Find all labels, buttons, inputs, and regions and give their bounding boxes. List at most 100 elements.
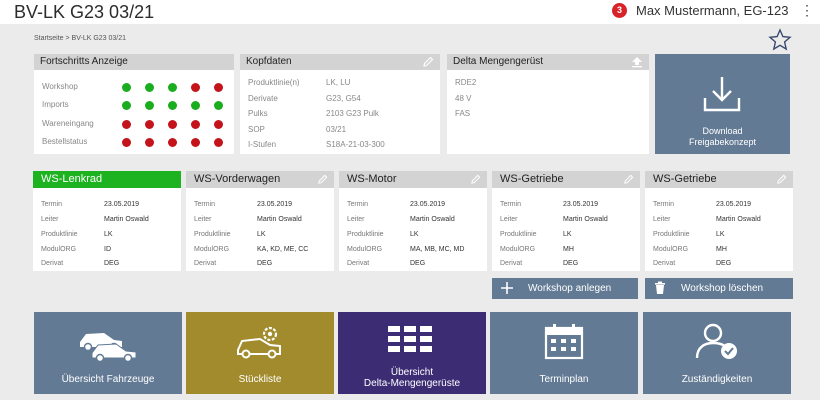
status-dot-red <box>122 120 131 129</box>
workshop-field-label: Derivat <box>653 260 676 267</box>
download-label-line1: Download <box>702 126 743 136</box>
top-bar: BV-LK G23 03/21 3 Max Mustermann, EG-123… <box>0 0 820 24</box>
workshop-field-value: Martin Oswald <box>410 216 455 223</box>
cars-icon <box>80 333 137 362</box>
workshop-field-value: LK <box>410 231 419 238</box>
workshop-field-label: Leiter <box>500 216 518 223</box>
more-menu-icon[interactable]: ⋮ <box>800 0 814 20</box>
pencil-icon[interactable] <box>470 174 481 185</box>
delta-panel: Delta Mengengerüst RDE2 48 V FAS <box>447 54 649 154</box>
workshop-field-value: 23.05.2019 <box>563 201 599 208</box>
status-dot-green <box>122 83 131 92</box>
status-dot-red <box>168 120 177 129</box>
main-content: Startseite > BV-LK G23 03/21 Fortschritt… <box>0 24 820 400</box>
workshop-title: WS-Vorderwagen <box>194 173 281 185</box>
workshop-loeschen-label: Workshop löschen <box>681 283 764 294</box>
status-dot-red <box>214 120 223 129</box>
user-check-icon <box>695 323 737 359</box>
tile-uebersicht-delta[interactable]: Übersicht Delta-Mengengerüste <box>338 312 486 394</box>
pencil-icon[interactable] <box>422 56 434 68</box>
workshop-field-value: LK <box>716 231 725 238</box>
workshop-field-label: Termin <box>347 201 369 208</box>
kopfdaten-value: S18A-21-03-300 <box>326 140 385 149</box>
workshop-field-label: Termin <box>653 201 675 208</box>
notification-badge[interactable]: 3 <box>612 3 627 18</box>
status-dot-red <box>168 138 177 147</box>
workshop-field-value: 23.05.2019 <box>257 201 293 208</box>
status-dot-green <box>168 83 177 92</box>
workshop-field-value: DEG <box>716 260 732 267</box>
workshop-field-label: ModulORG <box>41 246 77 253</box>
grid-table-icon <box>388 326 432 352</box>
workshop-anlegen-button[interactable]: Workshop anlegen <box>492 278 638 299</box>
workshop-card[interactable]: WS-Vorderwagen Termin 23.05.2019 Leiter Mart… <box>186 171 334 271</box>
workshop-field-label: Produktlinie <box>194 231 231 238</box>
favorite-star-icon[interactable] <box>768 28 792 52</box>
tile-label: Terminplan <box>539 374 589 385</box>
tile-zustaendigkeiten[interactable]: Zuständigkeiten <box>643 312 791 394</box>
workshop-field-value: MH <box>716 246 727 253</box>
breadcrumb[interactable]: Startseite > BV-LK G23 03/21 <box>34 35 126 42</box>
delta-line: RDE2 <box>455 78 477 87</box>
status-dot-green <box>145 101 154 110</box>
pencil-icon[interactable] <box>623 174 634 185</box>
workshop-card-header: WS-Lenkrad <box>33 171 181 188</box>
user-name[interactable]: Max Mustermann, EG-123 <box>636 3 788 18</box>
workshop-field-label: Termin <box>194 201 216 208</box>
progress-panel-title: Fortschritts Anzeige <box>34 54 234 70</box>
tile-uebersicht-fahrzeuge[interactable]: Übersicht Fahrzeuge <box>34 312 182 394</box>
workshop-card[interactable]: WS-Motor Termin 23.05.2019 Leiter Martin Osw… <box>339 171 487 271</box>
status-dot-red <box>191 138 200 147</box>
workshop-card-header: WS-Motor <box>339 171 487 188</box>
status-dot-red <box>191 120 200 129</box>
download-icon <box>703 77 741 112</box>
workshop-field-label: Produktlinie <box>500 231 537 238</box>
workshop-field-value: LK <box>563 231 572 238</box>
workshop-field-label: ModulORG <box>500 246 536 253</box>
workshop-card-header: WS-Vorderwagen <box>186 171 334 188</box>
workshop-field-label: Leiter <box>347 216 365 223</box>
workshop-card[interactable]: WS-Getriebe Termin 23.05.2019 Leiter Martin … <box>645 171 793 271</box>
car-gear-icon <box>237 326 281 359</box>
pencil-icon[interactable] <box>317 174 328 185</box>
workshop-field-value: 23.05.2019 <box>410 201 446 208</box>
status-dot-green <box>145 83 154 92</box>
kopfdaten-value: G23, G54 <box>326 94 361 103</box>
kopfdaten-value: 03/21 <box>326 125 347 134</box>
workshop-field-label: Leiter <box>194 216 212 223</box>
app-window: BV-LK G23 03/21 3 Max Mustermann, EG-123… <box>0 0 820 400</box>
status-dot-red <box>145 138 154 147</box>
workshop-card[interactable]: WS-Lenkrad Termin 23.05.2019 Leiter Martin O… <box>33 171 181 271</box>
workshop-title: WS-Getriebe <box>653 173 717 185</box>
workshop-field-value: 23.05.2019 <box>104 201 140 208</box>
workshop-field-value: 23.05.2019 <box>716 201 752 208</box>
delta-line: 48 V <box>455 94 472 103</box>
workshop-field-label: ModulORG <box>653 246 689 253</box>
workshop-field-value: DEG <box>410 260 426 267</box>
workshop-field-value: MH <box>563 246 574 253</box>
pencil-icon[interactable] <box>776 174 787 185</box>
workshop-card[interactable]: WS-Getriebe Termin 23.05.2019 Leiter Martin … <box>492 171 640 271</box>
workshop-field-value: DEG <box>104 260 120 267</box>
status-dot-green <box>214 101 223 110</box>
kopfdaten-key: Derivate <box>248 94 278 103</box>
delta-title: Delta Mengengerüst <box>453 56 544 67</box>
kopfdaten-panel: Kopfdaten Produktlinie(n) LK, LU Derivate G… <box>240 54 440 154</box>
download-label-line2: Freigabekonzept <box>688 137 757 147</box>
delta-header: Delta Mengengerüst <box>447 54 649 70</box>
status-dot-green <box>122 101 131 110</box>
workshop-field-label: ModulORG <box>194 246 230 253</box>
tile-terminplan[interactable]: Terminplan <box>490 312 638 394</box>
workshop-field-value: Martin Oswald <box>104 216 149 223</box>
workshop-field-label: Derivat <box>194 260 217 267</box>
upload-icon[interactable] <box>631 56 643 68</box>
workshop-field-value: ID <box>104 246 111 253</box>
tile-stueckliste[interactable]: Stückliste <box>186 312 334 394</box>
kopfdaten-header: Kopfdaten <box>240 54 440 70</box>
download-freigabekonzept-button[interactable]: Download Freigabekonzept <box>655 54 790 154</box>
status-dot-green <box>168 101 177 110</box>
workshop-field-label: Produktlinie <box>653 231 690 238</box>
workshop-loeschen-button[interactable]: Workshop löschen <box>645 278 793 299</box>
page-title: BV-LK G23 03/21 <box>14 2 155 22</box>
workshop-field-value: MA, MB, MC, MD <box>410 246 465 253</box>
